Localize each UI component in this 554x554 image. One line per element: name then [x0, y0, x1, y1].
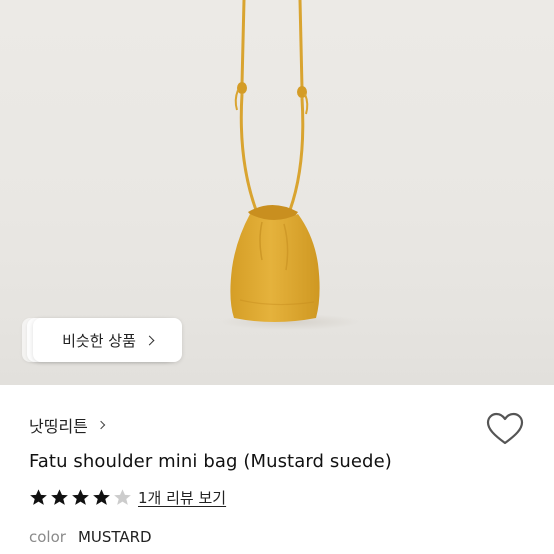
similar-products-stack: 비슷한 상품: [22, 318, 182, 362]
product-info: 낫띵리튼 Fatu shoulder mini bag (Mustard sue…: [0, 385, 554, 554]
heart-icon[interactable]: [486, 412, 524, 446]
color-label: color: [29, 528, 66, 546]
star-filled-icon: [93, 489, 110, 505]
shop-name: 낫띵리튼: [29, 417, 88, 436]
similar-products-label: 비슷한 상품: [62, 331, 136, 350]
product-title: Fatu shoulder mini bag (Mustard suede): [29, 451, 392, 472]
star-rating: [29, 488, 132, 507]
star-filled-icon: [72, 489, 89, 505]
review-link[interactable]: 1개 리뷰 보기: [138, 487, 226, 508]
star-filled-icon: [51, 489, 68, 505]
star-empty-icon: [114, 489, 131, 505]
chevron-right-icon: [144, 335, 155, 345]
similar-products-button[interactable]: 비슷한 상품: [33, 318, 182, 362]
color-row: color MUSTARD: [29, 528, 152, 546]
shop-link[interactable]: 낫띵리튼: [29, 413, 106, 437]
product-image[interactable]: 비슷한 상품: [0, 0, 554, 385]
rating-row: 1개 리뷰 보기: [29, 487, 226, 508]
chevron-right-icon: [96, 420, 106, 430]
color-value: MUSTARD: [77, 528, 152, 546]
star-filled-icon: [30, 489, 47, 505]
